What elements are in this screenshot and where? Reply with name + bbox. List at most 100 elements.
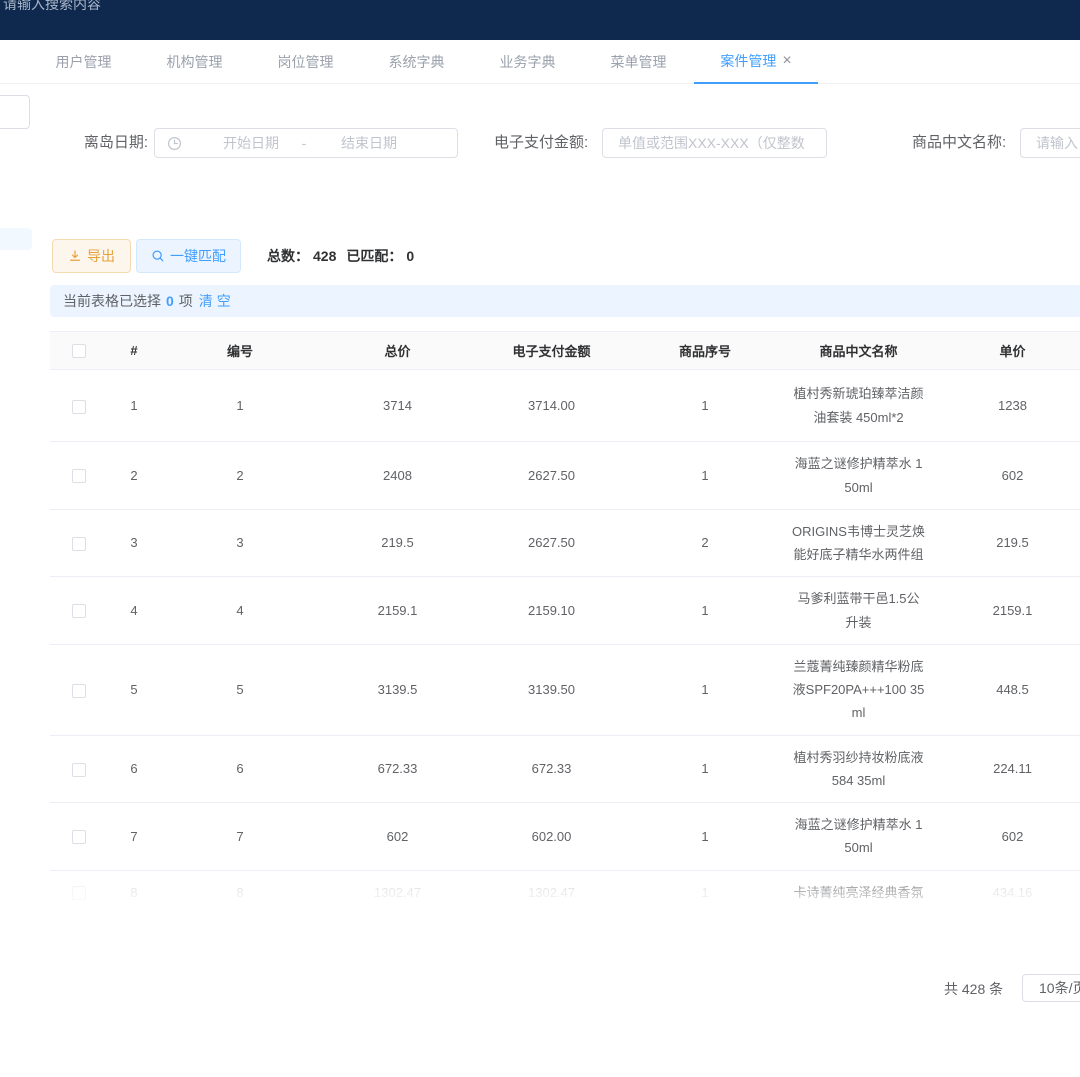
data-table-wrap: #编号总价电子支付金额商品序号商品中文名称单价 1137143714.001植村… <box>50 331 1080 912</box>
top-header-bar: 请输入搜索内容 <box>0 0 1080 40</box>
row-checkbox[interactable] <box>72 537 86 551</box>
cell-code: 6 <box>160 735 320 803</box>
cell-unit: 1238 <box>935 370 1080 442</box>
cell-unit: 602 <box>935 442 1080 510</box>
column-header: 商品中文名称 <box>782 332 935 370</box>
tab-label: 岗位管理 <box>278 52 334 72</box>
cell-name: 海蓝之谜修护精萃水 150ml <box>782 442 935 510</box>
cell-unit: 224.11 <box>935 735 1080 803</box>
one-key-match-button[interactable]: 一键匹配 <box>136 239 241 273</box>
row-checkbox[interactable] <box>72 763 86 777</box>
tab-label: 业务字典 <box>500 52 556 72</box>
cell-seq: 7 <box>108 803 160 871</box>
tab-label: 机构管理 <box>167 52 223 72</box>
selection-suffix: 项 <box>179 291 193 311</box>
cell-code: 3 <box>160 509 320 577</box>
cell-unit: 2159.1 <box>935 577 1080 645</box>
date-range-picker[interactable]: 开始日期 - 结束日期 <box>154 128 458 158</box>
tab-5[interactable]: 业务字典 <box>472 40 583 84</box>
matched-label: 已匹配： <box>346 246 402 266</box>
table-row: 77602602.001海蓝之谜修护精萃水 150ml602 <box>50 803 1080 871</box>
table-header-row: #编号总价电子支付金额商品序号商品中文名称单价 <box>50 332 1080 370</box>
export-button-label: 导出 <box>87 246 115 266</box>
selection-count: 0 <box>166 293 174 309</box>
cell-unit: 219.5 <box>935 509 1080 577</box>
cell-name: 卡诗菁纯亮泽经典香氛 <box>782 870 935 912</box>
cell-item_no: 1 <box>628 803 782 871</box>
cell-total: 2408 <box>320 442 475 510</box>
cell-item_no: 1 <box>628 370 782 442</box>
cell-name: ORIGINS韦博士灵芝焕能好底子精华水两件组 <box>782 509 935 577</box>
tab-1[interactable]: 用户管理 <box>28 40 139 84</box>
tab-6[interactable]: 菜单管理 <box>583 40 694 84</box>
end-date-input[interactable]: 结束日期 <box>309 133 429 153</box>
page: 请输入搜索内容 用户管理 机构管理 岗位管理 系统字典 业务字典 菜单管理 案件管理 × 离岛… <box>0 0 1080 1077</box>
cell-epay: 1302.47 <box>475 870 628 912</box>
cell-seq: 4 <box>108 577 160 645</box>
cell-seq: 6 <box>108 735 160 803</box>
cell-item_no: 1 <box>628 577 782 645</box>
tab-4[interactable]: 系统字典 <box>361 40 472 84</box>
cell-unit: 448.5 <box>935 644 1080 735</box>
row-checkbox[interactable] <box>72 604 86 618</box>
tab-label: 案件管理 <box>720 51 776 71</box>
column-header: 电子支付金额 <box>475 332 628 370</box>
row-checkbox[interactable] <box>72 400 86 414</box>
cell-name: 兰蔻菁纯臻颜精华粉底液SPF20PA+++100 35ml <box>782 644 935 735</box>
table-row: 66672.33672.331植村秀羽纱持妆粉底液 584 35ml224.11 <box>50 735 1080 803</box>
search-icon <box>151 249 165 263</box>
cell-seq: 1 <box>108 370 160 442</box>
row-checkbox-cell <box>50 735 108 803</box>
total-value: 428 <box>313 248 336 264</box>
column-header: 编号 <box>160 332 320 370</box>
cell-total: 672.33 <box>320 735 475 803</box>
tab-label: 菜单管理 <box>611 52 667 72</box>
amount-input[interactable]: 单值或范围XXX-XXX（仅整数 <box>602 128 827 158</box>
row-checkbox[interactable] <box>72 886 86 900</box>
pagination-total: 共 428 条 <box>944 974 1003 1004</box>
matched-value: 0 <box>406 248 414 264</box>
tab-3[interactable]: 岗位管理 <box>250 40 361 84</box>
tab-7[interactable]: 案件管理 × <box>694 40 818 84</box>
cell-item_no: 1 <box>628 735 782 803</box>
cell-total: 219.5 <box>320 509 475 577</box>
amount-filter-label: 电子支付金额: <box>494 128 588 158</box>
cell-epay: 602.00 <box>475 803 628 871</box>
cell-item_no: 2 <box>628 509 782 577</box>
tab-close-icon[interactable]: × <box>782 53 791 69</box>
cell-seq: 2 <box>108 442 160 510</box>
export-button[interactable]: 导出 <box>52 239 131 273</box>
global-search-input[interactable]: 请输入搜索内容 <box>3 0 101 13</box>
row-checkbox[interactable] <box>72 469 86 483</box>
cell-item_no: 1 <box>628 644 782 735</box>
row-checkbox[interactable] <box>72 830 86 844</box>
cell-epay: 3139.50 <box>475 644 628 735</box>
match-button-label: 一键匹配 <box>170 246 226 266</box>
row-checkbox-cell <box>50 577 108 645</box>
cell-name: 海蓝之谜修护精萃水 150ml <box>782 803 935 871</box>
cell-epay: 2627.50 <box>475 509 628 577</box>
cell-name: 马爹利蓝带干邑1.5公升装 <box>782 577 935 645</box>
select-all-checkbox[interactable] <box>72 344 86 358</box>
date-filter-label: 离岛日期: <box>0 128 148 158</box>
tab-2[interactable]: 机构管理 <box>139 40 250 84</box>
product-name-placeholder: 请输入 <box>1021 129 1080 157</box>
product-name-input[interactable]: 请输入 <box>1020 128 1080 158</box>
clock-icon <box>167 136 182 151</box>
clear-selection-link[interactable]: 清空 <box>199 291 235 311</box>
product-name-filter-label: 商品中文名称: <box>912 128 1006 158</box>
clipped-left-box <box>0 95 30 129</box>
cell-code: 7 <box>160 803 320 871</box>
cell-code: 4 <box>160 577 320 645</box>
data-table: #编号总价电子支付金额商品序号商品中文名称单价 1137143714.001植村… <box>50 331 1080 912</box>
cell-total: 3714 <box>320 370 475 442</box>
summary-stats: 总数： 428 已匹配： 0 <box>267 239 414 273</box>
page-size-select[interactable]: 10条/页 <box>1022 974 1080 1002</box>
download-icon <box>68 249 82 263</box>
row-checkbox[interactable] <box>72 684 86 698</box>
cell-code: 2 <box>160 442 320 510</box>
clipped-left-blue-box <box>0 228 32 250</box>
row-checkbox-cell <box>50 370 108 442</box>
row-checkbox-cell <box>50 803 108 871</box>
table-row: 33219.52627.502ORIGINS韦博士灵芝焕能好底子精华水两件组21… <box>50 509 1080 577</box>
